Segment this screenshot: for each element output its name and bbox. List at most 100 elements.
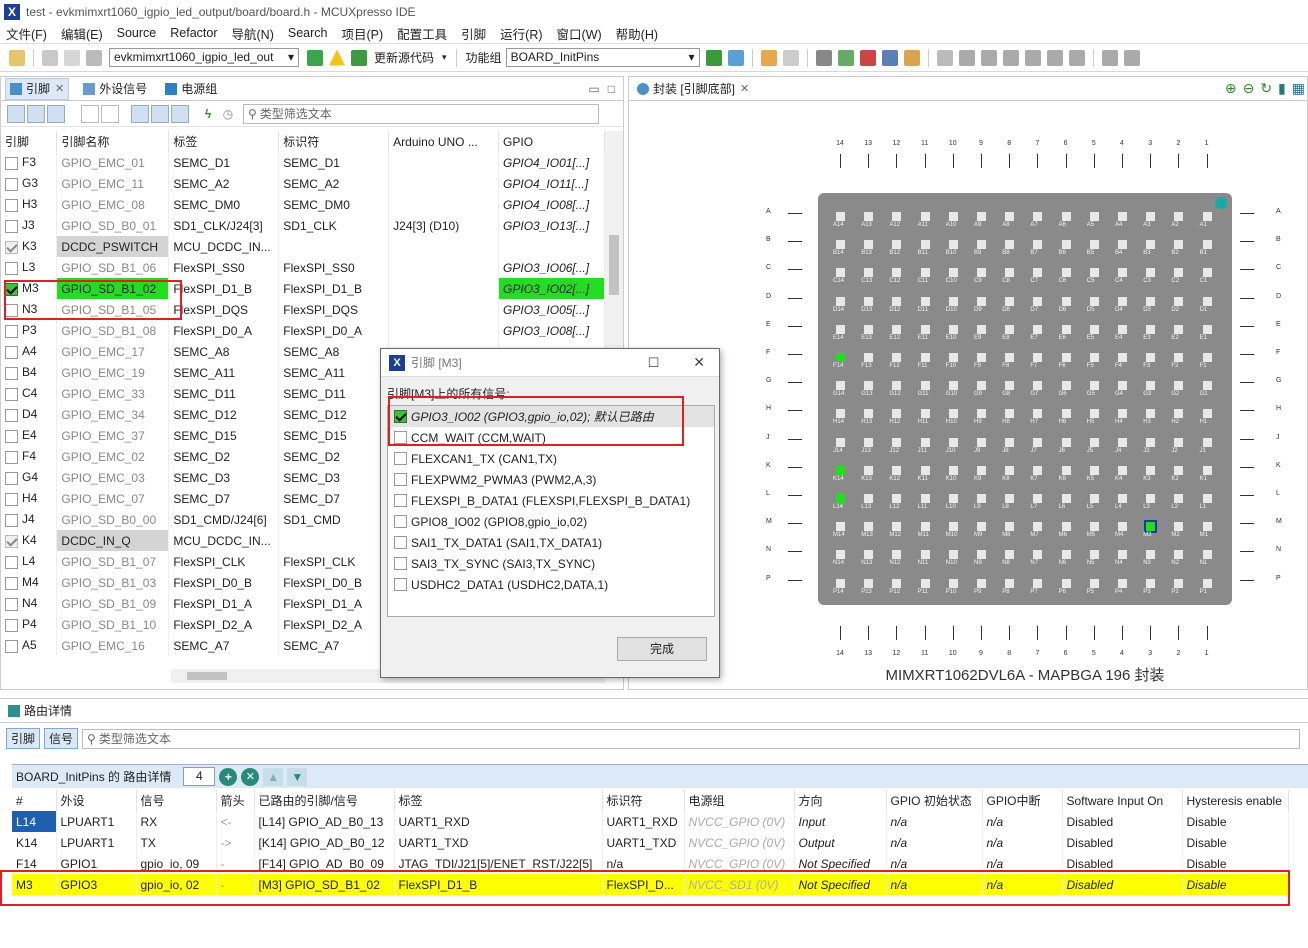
gpio-cell[interactable]: GPIO3_IO06[...] (498, 257, 605, 278)
done-button[interactable]: 完成 (617, 637, 707, 661)
routing-col-3[interactable]: 箭头 (216, 790, 255, 811)
pin-checkbox[interactable] (5, 576, 18, 590)
label-cell[interactable]: SEMC_D12 (168, 404, 280, 425)
table-row[interactable]: J3 GPIO_SD_B0_01 SD1_CLK/J24[3] SD1_CLK J24[… (1, 215, 605, 236)
bga-ball[interactable] (864, 296, 874, 306)
label-cell[interactable]: FlexSPI_D0_B (168, 572, 280, 593)
arduino-cell[interactable] (388, 299, 500, 320)
dialog-signal-item[interactable]: USDHC2_DATA1 (USDHC2,DATA,1) (388, 574, 714, 595)
identifier-cell[interactable]: SEMC_A2 (278, 173, 390, 194)
identifier-cell[interactable]: SD1_CMD (278, 509, 390, 530)
dialog-signal-item[interactable]: FLEXCAN1_TX (CAN1,TX) (388, 448, 714, 469)
bga-ball[interactable] (1089, 522, 1099, 532)
bga-ball[interactable] (920, 409, 930, 419)
bga-ball[interactable] (1202, 522, 1212, 532)
bga-ball[interactable] (1089, 353, 1099, 362)
bga-ball[interactable] (1118, 296, 1127, 306)
bga-ball[interactable] (1061, 409, 1071, 419)
bga-ball[interactable] (1174, 381, 1184, 391)
label-cell[interactable]: SEMC_A2 (168, 173, 280, 194)
back-icon[interactable] (1101, 49, 1118, 66)
bga-ball[interactable] (1202, 381, 1212, 391)
pin-checkbox[interactable] (5, 597, 18, 611)
routing-row[interactable]: K14 LPUART1 TX -> [K14] GPIO_AD_B0_12 UART1_T… (12, 832, 1289, 853)
bga-ball[interactable] (1033, 212, 1043, 221)
menu-navigate[interactable]: 导航(N) (232, 24, 274, 43)
save-all-icon[interactable] (64, 49, 80, 66)
pin-cell[interactable]: F3 (1, 152, 58, 173)
function-group-select[interactable]: BOARD_InitPins ▾ (505, 48, 700, 67)
table-row[interactable]: G3 GPIO_EMC_11 SEMC_A2 SEMC_A2 GPIO4_IO11[..… (1, 173, 605, 194)
move-down-icon[interactable]: ▼ (287, 767, 308, 786)
label-cell[interactable]: MCU_DCDC_IN... (168, 236, 280, 257)
bga-ball[interactable] (977, 240, 986, 250)
bga-ball[interactable] (1118, 268, 1127, 278)
wave-icon[interactable] (81, 104, 99, 123)
bga-ball[interactable] (948, 296, 958, 306)
bga-ball[interactable] (1005, 296, 1015, 306)
pin-name-cell[interactable]: GPIO_SD_B1_08 (56, 320, 170, 341)
bga-ball[interactable] (892, 381, 902, 391)
menu-file[interactable]: 文件(F) (6, 24, 47, 43)
routing-col-6[interactable]: 标识符 (602, 790, 685, 811)
bga-ball[interactable] (1118, 437, 1127, 447)
bga-ball[interactable] (1061, 268, 1071, 278)
bga-ball[interactable] (892, 324, 902, 334)
bga-ball[interactable] (948, 268, 958, 278)
menu-project[interactable]: 项目(P) (341, 24, 383, 43)
pin-cell[interactable]: J4 (1, 509, 58, 530)
update-code-button[interactable]: 更新源代码 (374, 49, 434, 66)
bga-ball[interactable] (948, 437, 958, 447)
pause-icon[interactable] (980, 49, 997, 66)
identifier-cell[interactable]: SEMC_A8 (278, 341, 390, 362)
routing-col-9[interactable]: GPIO 初始状态 (886, 790, 983, 811)
bga-ball[interactable] (1033, 550, 1043, 560)
bga-ball[interactable] (892, 550, 902, 560)
bga-ball[interactable] (1005, 550, 1015, 560)
bga-ball[interactable] (1033, 494, 1043, 503)
pin-cell[interactable]: M4 (1, 572, 58, 593)
label-cell[interactable]: FlexSPI_DQS (168, 299, 280, 320)
bga-ball[interactable] (1061, 494, 1071, 503)
col-label[interactable]: 标签 (168, 131, 280, 152)
bga-ball[interactable] (1202, 494, 1212, 503)
bga-ball[interactable] (864, 465, 874, 475)
gpio-cell[interactable]: GPIO4_IO01[...] (498, 152, 605, 173)
tab-package[interactable]: 封装 [引脚底部] ✕ (633, 78, 753, 100)
routing-cell-id[interactable]: UART1_TXD (602, 832, 685, 853)
bga-ball[interactable] (1005, 522, 1015, 532)
bga-ball[interactable] (948, 240, 958, 250)
step-return-icon[interactable] (1068, 49, 1085, 66)
minimize-icon[interactable]: ▭ (588, 82, 599, 96)
bga-ball[interactable] (1202, 578, 1212, 588)
bga-ball[interactable] (920, 550, 930, 560)
pin-name-cell[interactable]: GPIO_EMC_11 (56, 173, 170, 194)
menu-window[interactable]: 窗口(W) (557, 24, 602, 43)
bga-ball[interactable] (892, 494, 902, 503)
identifier-cell[interactable] (278, 236, 390, 257)
bga-ball[interactable] (864, 353, 874, 362)
gpio-cell[interactable]: GPIO3_IO13[...] (498, 215, 605, 236)
pin-cell[interactable]: D4 (1, 404, 58, 425)
config-icon[interactable] (727, 49, 744, 66)
bga-ball[interactable] (977, 268, 986, 278)
bga-ball[interactable] (977, 409, 986, 419)
bga-ball[interactable] (836, 437, 845, 447)
bga-ball[interactable] (1174, 465, 1184, 475)
rotate-icon[interactable]: ↻ (1260, 80, 1272, 97)
pin-name-cell[interactable]: GPIO_SD_B0_00 (56, 509, 170, 530)
dialog-signal-item[interactable]: FLEXSPI_B_DATA1 (FLEXSPI,FLEXSPI_B_DATA1… (388, 490, 714, 511)
step-over-icon[interactable] (1046, 49, 1063, 66)
bga-ball[interactable] (836, 212, 845, 221)
bga-ball[interactable] (977, 353, 986, 362)
arduino-cell[interactable] (388, 173, 500, 194)
routing-col-2[interactable]: 信号 (136, 790, 217, 811)
bga-ball[interactable] (977, 494, 986, 503)
bga-ball[interactable] (977, 212, 986, 221)
identifier-cell[interactable]: SEMC_D15 (278, 425, 390, 446)
bga-ball[interactable] (1005, 409, 1015, 419)
tools-icon[interactable] (903, 49, 920, 66)
bga-ball[interactable] (1174, 212, 1184, 221)
pin-name-cell[interactable]: GPIO_EMC_33 (56, 383, 170, 404)
bga-ball[interactable] (836, 494, 845, 503)
